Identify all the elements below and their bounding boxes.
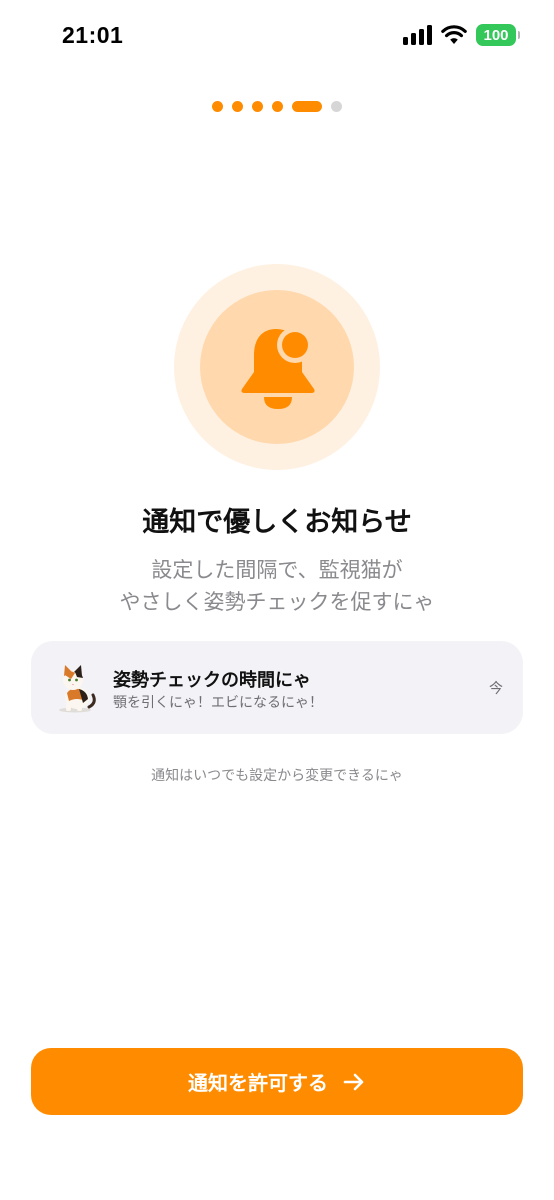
progress-dot-current [292,101,322,112]
subtitle-line: やさしく姿勢チェックを促すにゃ [119,590,435,614]
status-icons: 100 [403,24,520,46]
battery-level: 100 [483,26,509,44]
wifi-icon [441,25,467,44]
allow-notifications-label: 通知を許可する [188,1071,328,1095]
progress-dot [212,101,223,112]
progress-dot [331,101,342,112]
progress-dot [272,101,283,112]
settings-hint: 通知はいつでも設定から変更できるにゃ [151,768,403,784]
progress-dot [232,101,243,112]
allow-notifications-button[interactable]: 通知を許可する [31,1048,523,1115]
cat-icon [59,665,96,713]
page-subtitle: 設定した間隔で、監視猫が やさしく姿勢チェックを促すにゃ [0,554,554,618]
subtitle-line: 設定した間隔で、監視猫が [151,558,403,582]
onboarding-progress [0,101,554,112]
notification-body: 顎を引くにゃ！エビになるにゃ！ [113,695,323,711]
battery-icon: 100 [476,24,520,46]
notification-preview-card: 姿勢チェックの時間にゃ 顎を引くにゃ！エビになるにゃ！ 今 [31,641,523,734]
notification-title: 姿勢チェックの時間にゃ [113,670,311,691]
arrow-right-icon [343,1073,364,1090]
notification-time: 今 [489,681,503,697]
onboarding-notification-screen: 21:01 100 通知で優しくお知らせ 設定した間隔で、監視猫が やさしく姿勢… [0,0,554,1200]
bell-icon [241,327,315,409]
cellular-signal-icon [403,25,432,45]
status-bar: 21:01 100 [0,0,554,76]
progress-dot [252,101,263,112]
page-title: 通知で優しくお知らせ [142,507,412,538]
status-time: 21:01 [62,22,124,48]
